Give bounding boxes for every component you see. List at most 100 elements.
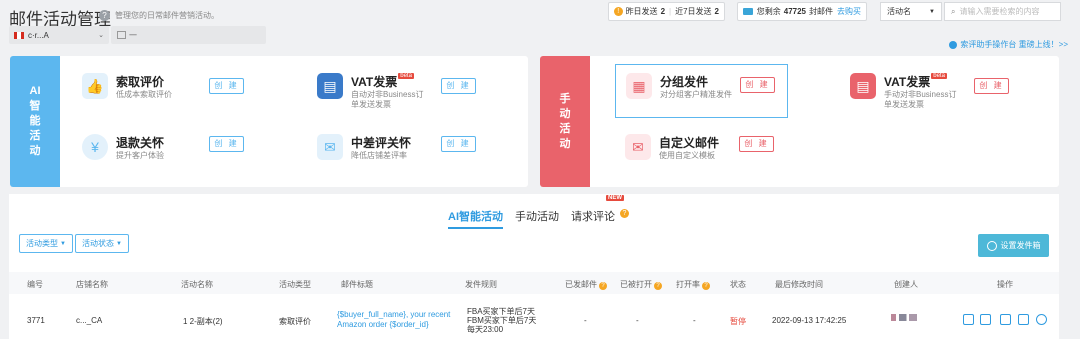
activity-type-filter[interactable]: 活动类型 ▼: [19, 234, 73, 253]
chevron-down-icon: ▼: [60, 240, 66, 247]
col-header: 操作: [997, 280, 1013, 289]
card-title-text: VAT发票: [351, 75, 398, 89]
col-header: 活动类型: [279, 280, 311, 289]
create-button[interactable]: 创 建: [209, 78, 244, 94]
search-placeholder: 请输入需要检索的内容: [959, 7, 1040, 16]
info-icon: !: [614, 7, 623, 16]
cell-store: c..._CA: [76, 316, 103, 325]
side-char: 活: [559, 122, 571, 135]
calendar-icon: [117, 31, 126, 39]
col-header: 最后修改时间: [775, 280, 823, 289]
create-button[interactable]: 创 建: [974, 78, 1009, 94]
side-char: 活: [29, 130, 41, 142]
new-badge: NEW: [606, 195, 624, 201]
side-char: 手: [559, 92, 571, 105]
help-icon[interactable]: ?: [599, 282, 607, 290]
chat-bubble-icon: ✉: [317, 134, 343, 160]
tutorial-link-text: 索评助手操作台 重磅上线！>>: [960, 40, 1068, 49]
card-desc: 自动对非Business订单发送发票: [351, 90, 424, 109]
cell-name: 1 2-副本(2): [183, 317, 223, 326]
tab-request-review[interactable]: 请求评论: [571, 208, 615, 224]
rule-line: FBM买家下单后7天: [467, 316, 537, 325]
card-title: 中差评关怀: [351, 136, 412, 150]
status-badge: 暂停: [730, 317, 746, 326]
help-icon[interactable]: ?: [654, 282, 662, 290]
last7-value: 2: [714, 7, 719, 16]
settings-mailbox-button[interactable]: 设置发件箱: [978, 234, 1049, 257]
side-char: 动: [559, 107, 571, 120]
side-char: 动: [559, 137, 571, 150]
store-select[interactable]: c·r...A ⌄: [9, 26, 109, 44]
mail-icon: [743, 8, 753, 15]
card-title: 分组发件: [660, 75, 709, 89]
table-row: 3771 c..._CA 1 2-副本(2) 索取评价 {$buyer_full…: [9, 294, 1059, 339]
remaining-box: 您剩余 47725 封邮件 去购买: [737, 2, 867, 21]
canada-flag-icon: [14, 31, 24, 39]
recharge-link[interactable]: 去购买: [837, 6, 861, 17]
col-header: 状态: [730, 280, 746, 289]
search-icon: ⌕: [951, 6, 956, 16]
activity-list-section: AI智能活动 手动活动 请求评论 NEW ? 活动类型 ▼ 活动状态 ▼ 设置发…: [9, 194, 1059, 339]
date-value: 一: [129, 30, 137, 40]
card-group-send[interactable]: ▦ 分组发件 对分组客户精准发件 创 建: [615, 64, 788, 118]
thumbs-up-icon: 👍: [82, 73, 108, 99]
help-icon[interactable]: ?: [702, 282, 710, 290]
delete-icon[interactable]: [1000, 314, 1011, 325]
vat-document-icon: ▤: [850, 73, 876, 99]
help-icon[interactable]: ?: [99, 10, 110, 21]
date-range-picker[interactable]: 一: [111, 26, 266, 44]
card-custom-email: ✉ 自定义邮件 使用自定义模板 创 建: [615, 126, 790, 174]
create-button[interactable]: 创 建: [441, 136, 476, 152]
create-button[interactable]: 创 建: [739, 136, 774, 152]
stats-icon[interactable]: [1018, 314, 1029, 325]
cell-subject[interactable]: {$buyer_full_name}, your recent Amazon o…: [337, 310, 450, 330]
activity-name-select[interactable]: 活动名 ▼: [880, 2, 942, 21]
tutorial-link[interactable]: 索评助手操作台 重磅上线！>>: [949, 39, 1068, 50]
card-desc: 提升客户体验: [116, 151, 164, 160]
col-header: 发件规则: [465, 280, 497, 289]
tab-ai-activity[interactable]: AI智能活动: [448, 208, 503, 229]
yesterday-label: 昨日发送: [625, 7, 658, 16]
chevron-down-icon: ▼: [116, 240, 122, 247]
filter-label: 活动类型: [26, 239, 58, 248]
yesterday-value: 2: [660, 7, 666, 16]
store-select-value: c·r...A: [28, 30, 49, 40]
card-desc: 使用自定义模板: [659, 151, 715, 160]
play-icon[interactable]: [1036, 314, 1047, 325]
settings-label: 设置发件箱: [1000, 241, 1041, 250]
card-vat-invoice-manual: ▤ VAT发票 beta 手动对非Business订单发送发票 创 建: [840, 65, 1015, 113]
copy-icon[interactable]: [980, 314, 991, 325]
card-vat-invoice: ▤ VAT发票 beta 自动对非Business订单发送发票 创 建: [307, 65, 482, 113]
card-negative-review-care: ✉ 中差评关怀 降低店铺差评率 创 建: [307, 126, 482, 174]
card-refund-care: ¥ 退款关怀 提升客户体验 创 建: [72, 126, 247, 174]
activity-status-filter[interactable]: 活动状态 ▼: [75, 234, 129, 253]
side-char: 动: [29, 145, 41, 157]
col-header-text: 打开率: [676, 280, 700, 289]
col-header: 创建人: [894, 280, 918, 289]
help-icon[interactable]: ?: [620, 209, 629, 218]
cell-modified: 2022-09-13 17:42:25: [772, 316, 847, 325]
send-stats-box: ! 昨日发送 2 | 近7日发送 2: [608, 2, 725, 21]
rule-line: FBA买家下单后7天: [467, 307, 536, 316]
create-button[interactable]: 创 建: [740, 77, 775, 93]
creator-avatar: [891, 314, 917, 321]
cell-opened: -: [636, 316, 639, 325]
ai-activity-panel: AI 智 能 活 动 👍 索取评价 低成本索取评价 创 建 ▤ VAT发票 bet…: [10, 56, 528, 187]
cell-rule: FBA买家下单后7天 FBM买家下单后7天 每天23:00: [467, 307, 536, 334]
group-mail-icon: ▦: [626, 73, 652, 99]
cell-open-rate: -: [693, 316, 696, 325]
vat-document-icon: ▤: [317, 73, 343, 99]
card-desc: 对分组客户精准发件: [660, 90, 732, 99]
col-header-text: 已发邮件: [565, 280, 597, 289]
col-header-text: 已被打开: [620, 280, 652, 289]
chevron-down-icon: ⌄: [98, 32, 104, 39]
search-input[interactable]: ⌕ 请输入需要检索的内容: [944, 2, 1061, 21]
create-button[interactable]: 创 建: [441, 78, 476, 94]
edit-icon[interactable]: [963, 314, 974, 325]
create-button[interactable]: 创 建: [209, 136, 244, 152]
cell-sent: -: [584, 316, 587, 325]
activity-select-value: 活动名: [887, 7, 911, 16]
tab-manual-activity[interactable]: 手动活动: [515, 208, 559, 224]
card-desc: 降低店铺差评率: [351, 151, 407, 160]
beta-badge: beta: [931, 73, 947, 79]
